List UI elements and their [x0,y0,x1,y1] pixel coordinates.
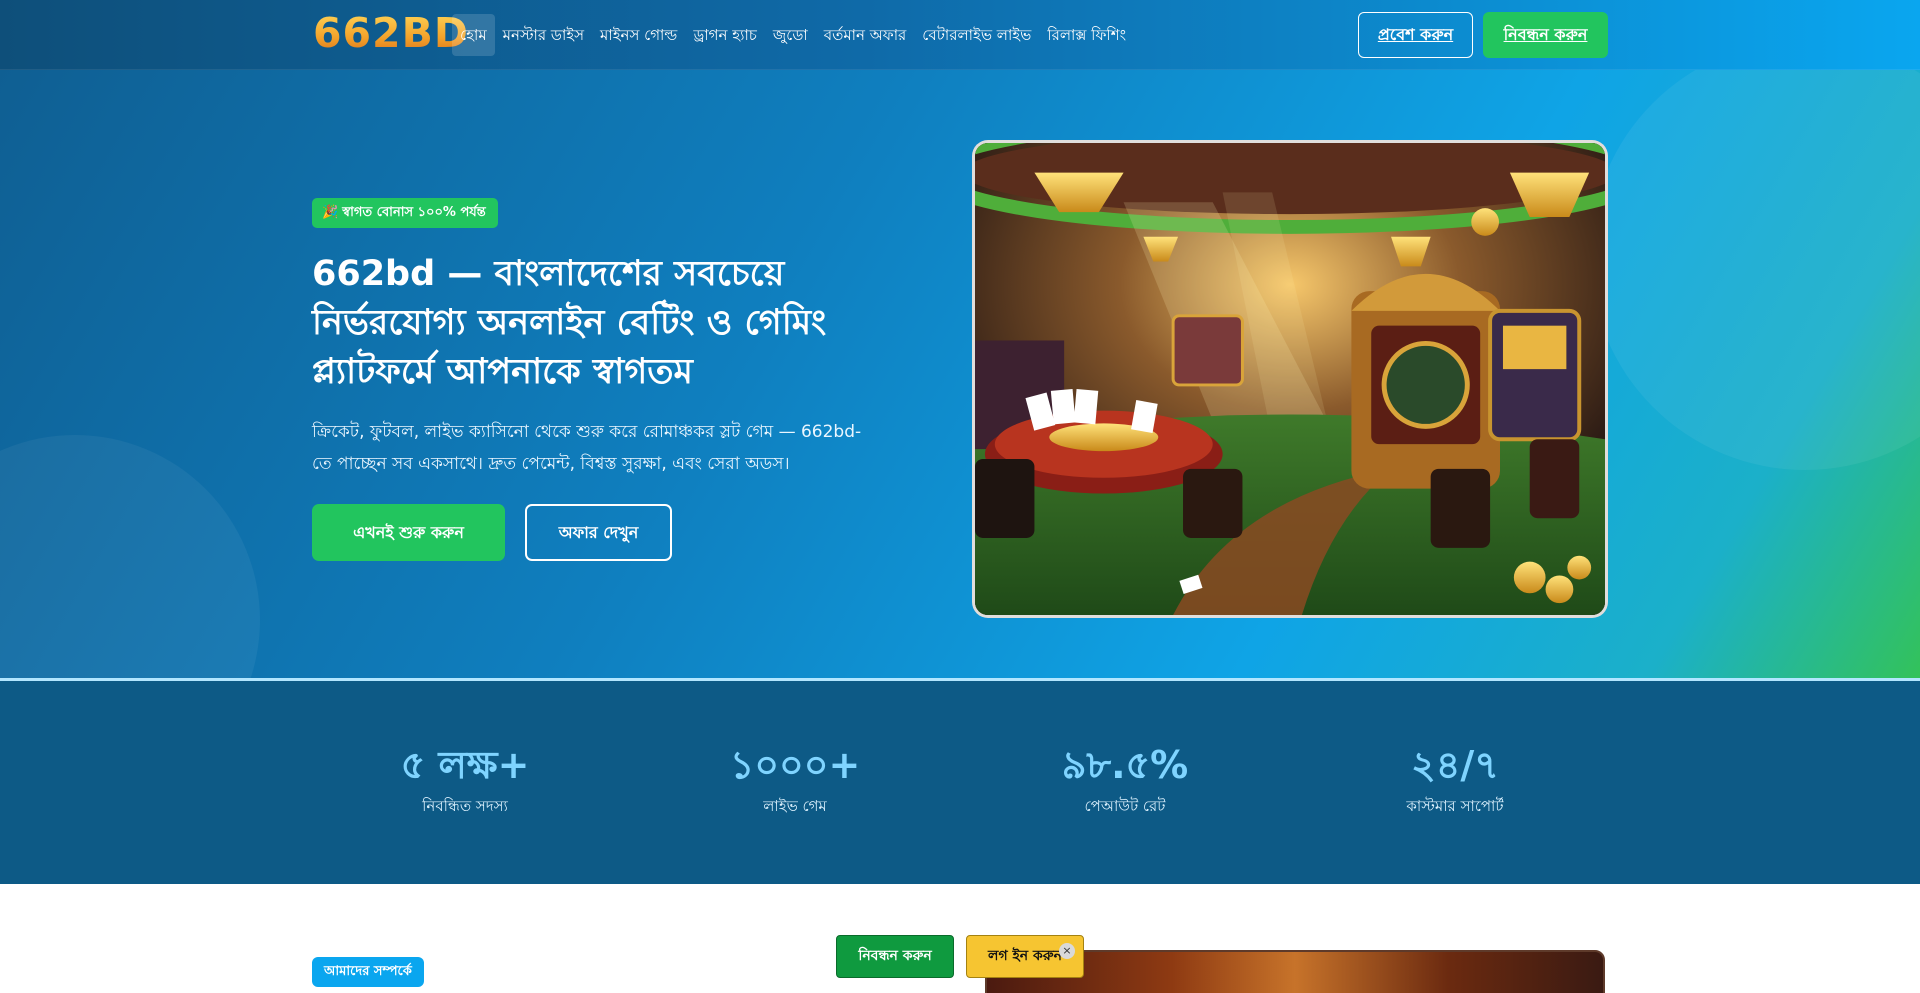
casino-illustration [975,143,1605,615]
decorative-circle [0,435,260,678]
stat-support: ২৪/৭ কাস্টমার সাপোর্ট [1305,741,1605,820]
stat-value: ২৪/৭ [1411,743,1499,787]
decorative-circle [1590,70,1920,470]
floating-register-button[interactable]: নিবন্ধন করুন [836,935,954,978]
nav-item-relax-fishing[interactable]: রিলাক্স ফিশিং [1039,14,1134,56]
start-now-button[interactable]: এখনই শুরু করুন [312,504,505,561]
site-header: 662BD হোম মনস্টার ডাইস মাইনস গোল্ড ড্রাগ… [0,0,1920,70]
nav-item-judo[interactable]: জুডো [765,14,816,56]
close-icon[interactable]: × [1059,943,1075,959]
casino-hero-image [972,140,1608,618]
stat-live-games: ১০০০+ লাইভ গেম [645,741,945,820]
stat-label: লাইভ গেম [763,797,827,815]
stat-payout-rate: ৯৮.৫% পেআউট রেট [975,741,1275,820]
about-us-tag: আমাদের সম্পর্কে [312,957,424,987]
nav-item-monster-dice[interactable]: মনস্টার ডাইস [495,14,592,56]
site-logo[interactable]: 662BD [313,10,469,56]
hero-title: 662bd — বাংলাদেশের সবচেয়ে নির্ভরযোগ্য অ… [312,254,827,392]
login-button[interactable]: প্রবেশ করুন [1358,12,1473,58]
welcome-bonus-badge: 🎉 স্বাগত বোনাস ১০০% পর্যন্ত [312,198,498,228]
stat-label: কাস্টমার সাপোর্ট [1406,797,1504,815]
hero-section [0,70,1920,678]
stat-label: নিবন্ধিত সদস্য [422,797,508,815]
stats-section: ৫ লক্ষ+ নিবন্ধিত সদস্য ১০০০+ লাইভ গেম ৯৮… [0,681,1920,884]
stat-value: ৯৮.৫% [1061,743,1189,787]
nav-item-home[interactable]: হোম [452,14,495,56]
nav-item-mines-gold[interactable]: মাইনস গোল্ড [592,14,685,56]
nav-item-dragon-hatch[interactable]: ড্রাগন হ্যাচ [685,14,765,56]
view-offer-button[interactable]: অফার দেখুন [525,504,672,561]
register-button[interactable]: নিবন্ধন করুন [1483,12,1608,58]
stat-value: ৫ লক্ষ+ [400,743,530,787]
stat-label: পেআউট রেট [1084,797,1166,815]
hero-description: ক্রিকেট, ফুটবল, লাইভ ক্যাসিনো থেকে শুরু … [312,422,862,474]
nav-item-current-offer[interactable]: বর্তমান অফার [816,14,915,56]
stat-members: ৫ লক্ষ+ নিবন্ধিত সদস্য [315,741,615,820]
nav-item-betterlive[interactable]: বেটারলাইভ লাইভ [914,14,1039,56]
main-nav: হোম মনস্টার ডাইস মাইনস গোল্ড ড্রাগন হ্যা… [452,14,1134,56]
party-popper-icon: 🎉 [322,205,339,220]
badge-text: স্বাগত বোনাস ১০০% পর্যন্ত [342,205,486,220]
stat-value: ১০০০+ [729,743,861,787]
